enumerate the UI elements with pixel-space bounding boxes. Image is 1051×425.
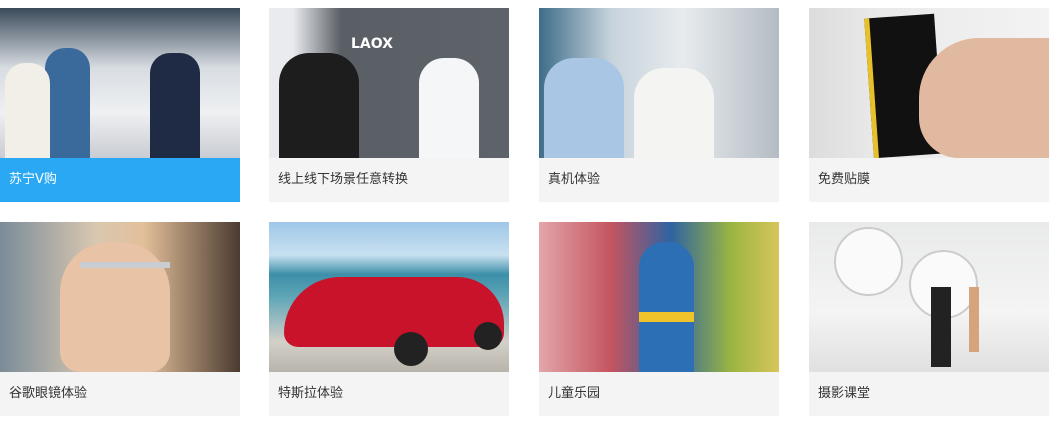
card-caption[interactable]: 儿童乐园 (539, 372, 779, 416)
card-caption[interactable]: 免费贴膜 (809, 158, 1049, 202)
service-card-device-trial[interactable]: 真机体验 (539, 8, 779, 202)
google-glass-photo[interactable] (0, 222, 240, 372)
photography-photo[interactable] (809, 222, 1049, 372)
o2o-photo[interactable]: LAOX (269, 8, 509, 158)
card-caption[interactable]: 特斯拉体验 (269, 372, 509, 416)
card-caption[interactable]: 真机体验 (539, 158, 779, 202)
kids-park-photo[interactable] (539, 222, 779, 372)
service-card-photography[interactable]: 摄影课堂 (809, 222, 1049, 416)
service-card-o2o[interactable]: LAOX 线上线下场景任意转换 (269, 8, 509, 202)
device-trial-photo[interactable] (539, 8, 779, 158)
card-caption[interactable]: 苏宁V购 (0, 158, 240, 202)
screen-film-photo[interactable] (809, 8, 1049, 158)
card-caption[interactable]: 摄影课堂 (809, 372, 1049, 416)
service-card-suning-vgou[interactable]: 苏宁V购 (0, 8, 240, 202)
service-card-screen-film[interactable]: 免费贴膜 (809, 8, 1049, 202)
service-card-kids-park[interactable]: 儿童乐园 (539, 222, 779, 416)
service-card-google-glass[interactable]: 谷歌眼镜体验 (0, 222, 240, 416)
card-caption[interactable]: 线上线下场景任意转换 (269, 158, 509, 202)
tesla-photo[interactable] (269, 222, 509, 372)
store-staff-photo[interactable] (0, 8, 240, 158)
card-caption[interactable]: 谷歌眼镜体验 (0, 372, 240, 416)
service-card-tesla[interactable]: 特斯拉体验 (269, 222, 509, 416)
